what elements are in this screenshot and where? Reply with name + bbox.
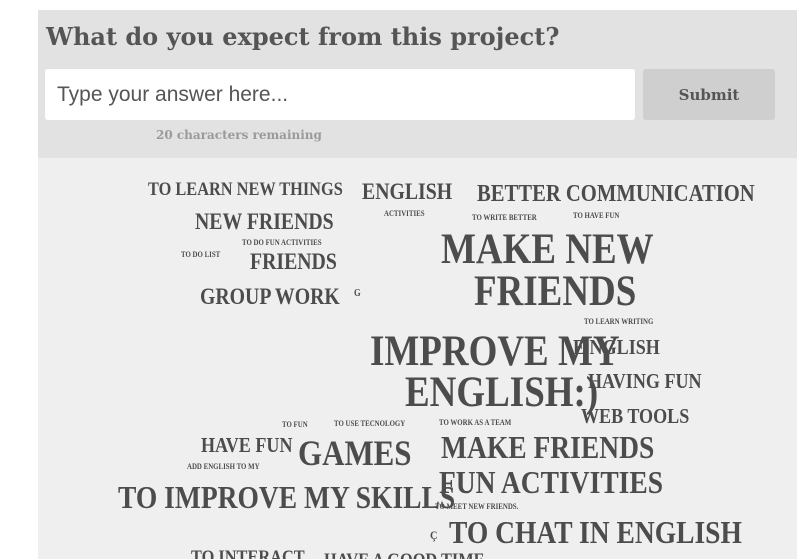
cloud-word: ACTIVITIES xyxy=(384,209,425,218)
cloud-word: ENGLISH:) xyxy=(405,369,599,416)
cloud-word: G xyxy=(354,288,361,299)
question-header: What do you expect from this project? Su… xyxy=(38,10,797,158)
characters-remaining: 20 characters remaining xyxy=(156,128,322,142)
cloud-word: TO DO LIST xyxy=(181,250,221,259)
cloud-word: TO WORK AS A TEAM xyxy=(439,418,512,427)
cloud-word: TO MEET NEW FRIENDS. xyxy=(435,502,519,511)
question-widget: What do you expect from this project? Su… xyxy=(38,10,797,559)
cloud-word: NEW FRIENDS xyxy=(195,209,334,234)
question-title: What do you expect from this project? xyxy=(46,22,560,51)
cloud-word: Ç xyxy=(430,528,438,542)
cloud-word: TO HAVE FUN xyxy=(573,211,620,220)
cloud-word: ADD ENGLISH TO MY xyxy=(187,462,260,471)
cloud-word: TO WRITE BETTER xyxy=(472,213,537,222)
answer-input[interactable] xyxy=(45,69,635,120)
submit-button[interactable]: Submit xyxy=(643,69,775,120)
cloud-word: TO DO FUN ACTIVITIES xyxy=(242,238,322,247)
cloud-word: HAVE A GOOD TIME xyxy=(324,551,485,559)
cloud-word: MAKE NEW xyxy=(441,226,654,273)
cloud-word: TO LEARN WRITING xyxy=(584,317,654,326)
cloud-word: TO INTERACT xyxy=(191,547,305,559)
cloud-word: ENGLISH xyxy=(362,179,453,204)
cloud-word: FRIENDS xyxy=(250,249,337,274)
cloud-word: TO USE TECNOLOGY xyxy=(334,419,406,428)
cloud-word: GROUP WORK xyxy=(200,284,340,309)
cloud-word: BETTER COMMUNICATION xyxy=(477,181,755,207)
cloud-word: FRIENDS xyxy=(474,268,637,315)
cloud-word: GAMES xyxy=(298,433,412,473)
cloud-word: TO CHAT IN ENGLISH xyxy=(449,514,742,550)
cloud-word: WEB TOOLS xyxy=(581,404,690,428)
cloud-word: TO FUN xyxy=(282,420,308,429)
cloud-word: FUN ACTIVITIES xyxy=(439,464,664,500)
cloud-word: TO LEARN NEW THINGS xyxy=(148,179,343,200)
cloud-word: HAVE FUN xyxy=(201,433,293,457)
cloud-word: E NGLISH xyxy=(573,335,660,359)
cloud-word: TO IMPROVE MY SKILLS xyxy=(118,479,456,515)
cloud-word: MAKE FRIENDS xyxy=(441,429,655,465)
word-cloud: TO LEARN NEW THINGS ENGLISH BETTER COMMU… xyxy=(38,158,797,559)
cloud-word: HAVING FUN xyxy=(588,369,702,393)
